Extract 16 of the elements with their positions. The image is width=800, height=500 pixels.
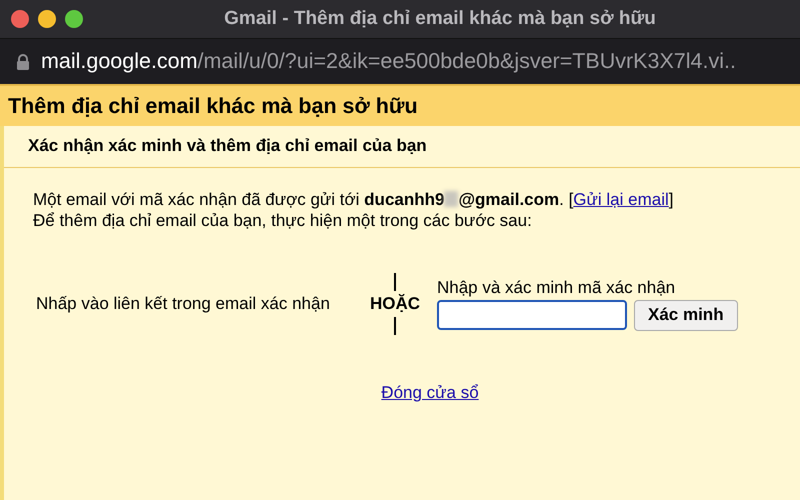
dialog-title: Thêm địa chỉ email khác mà bạn sở hữu — [8, 94, 418, 118]
close-window-button[interactable] — [11, 10, 29, 28]
lock-icon — [17, 54, 29, 70]
close-window-link[interactable]: Đóng cửa sổ — [381, 383, 479, 402]
instruction-text: Để thêm địa chỉ email của bạn, thực hiện một trong các bước sau: — [33, 210, 533, 231]
maximize-window-button[interactable] — [65, 10, 83, 28]
verify-button[interactable]: Xác minh — [634, 300, 738, 330]
resend-email-link[interactable]: Gửi lại email — [573, 190, 669, 209]
window-title: Gmail - Thêm địa chỉ email khác mà bạn sở hữu — [224, 8, 656, 29]
code-input-field[interactable] — [437, 300, 627, 330]
code-label: Nhập và xác minh mã xác nhận — [437, 278, 676, 298]
minimize-window-button[interactable] — [38, 10, 56, 28]
or-label: HOẶC — [370, 294, 420, 314]
dialog-subtitle: Xác nhận xác minh và thêm địa chỉ email của bạn — [28, 136, 427, 155]
option-text: Nhấp vào liên kết trong email xác nhận — [36, 294, 330, 313]
sent-notice: Một email với mã xác nhận đã được gửi tới ducanhh9 @gmail.com. [Gửi lại email] — [33, 189, 674, 210]
